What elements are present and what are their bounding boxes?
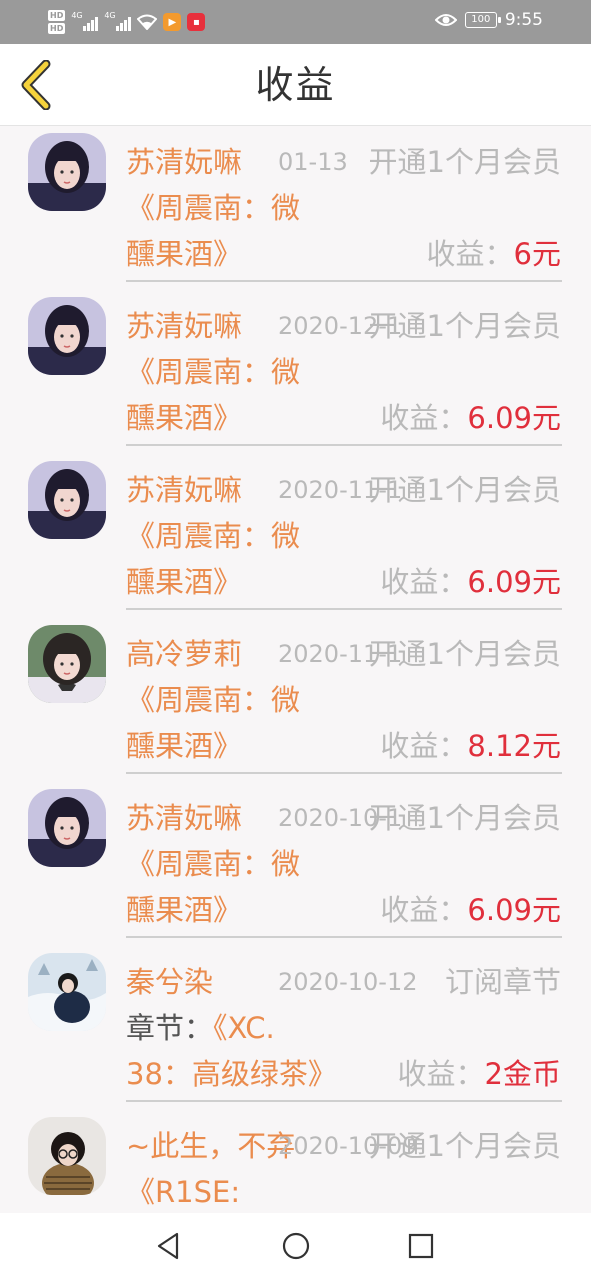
network-label-1: 4G — [71, 11, 83, 20]
chapter-title-part-1: 《XC. — [213, 1011, 275, 1045]
income-amount: 收益：6.09元 — [380, 891, 561, 929]
divider — [126, 936, 562, 938]
user-name: 高冷萝莉 — [126, 637, 243, 671]
user-name: 苏清妧嘛 — [126, 473, 243, 507]
list-item[interactable]: 秦兮染 2020-10-12 订阅章节 章节：《XC. 38：高级绿茶》 收益：… — [0, 947, 591, 1111]
user-name: 苏清妧嘛 — [126, 145, 243, 179]
record-time: 2020-10-12 — [278, 968, 418, 996]
clock: 9:55 — [504, 10, 543, 30]
book-title-line-2: 醺果酒》 — [126, 893, 243, 927]
avatar[interactable] — [28, 953, 106, 1031]
list-item[interactable]: 苏清妧嘛 2020-12-1 开通1个月会员 《周震南：微 醺果酒》 收益：6.… — [0, 291, 591, 455]
triangle-back-icon — [157, 1232, 179, 1260]
network-label-2: 4G — [104, 11, 116, 20]
income-value: 6.09元 — [467, 893, 561, 927]
record-type: 开通1个月会员 — [368, 473, 561, 507]
income-label: 收益： — [380, 729, 468, 763]
circle-home-icon — [282, 1232, 310, 1260]
book-title-line-2: 醺果酒》 — [126, 401, 243, 435]
signal-icon: 4G — [71, 11, 99, 31]
avatar[interactable] — [28, 297, 106, 375]
nav-recent-button[interactable] — [406, 1231, 436, 1261]
hd-icon: HD HD — [48, 9, 66, 35]
income-value: 6.09元 — [467, 565, 561, 599]
list-item[interactable]: ~此生，不弃 2020-10-09 开通1个月会员 《R1SE: — [0, 1111, 591, 1213]
record-type: 开通1个月会员 — [368, 1129, 561, 1163]
income-label: 收益： — [397, 1057, 485, 1091]
income-page: HD HD 4G 4G ▶ ▪ 100 9:55 收益 苏清妧嘛 01-13 开… — [0, 0, 591, 1280]
income-amount: 收益：8.12元 — [380, 727, 561, 765]
status-right: 100 9:55 — [434, 10, 543, 30]
book-title-line-1: 《周震南：微 — [126, 847, 301, 881]
book-title-line-2: 醺果酒》 — [126, 237, 243, 271]
divider — [126, 1100, 562, 1102]
page-title: 收益 — [255, 63, 336, 107]
shop-app-icon: ▪ — [187, 13, 206, 31]
avatar[interactable] — [28, 461, 106, 539]
record-type: 开通1个月会员 — [368, 309, 561, 343]
avatar[interactable] — [28, 1117, 106, 1195]
book-title-line-1: 《周震南：微 — [126, 683, 301, 717]
record-type: 订阅章节 — [444, 965, 561, 999]
list-item[interactable]: 苏清妧嘛 2020-10-1 开通1个月会员 《周震南：微 醺果酒》 收益：6.… — [0, 783, 591, 947]
chapter-line-1: 章节：《XC. — [126, 1009, 275, 1047]
income-value: 2金币 — [484, 1057, 561, 1091]
chapter-line-2: 38：高级绿茶》 — [126, 1057, 337, 1091]
status-bar: HD HD 4G 4G ▶ ▪ 100 9:55 — [0, 0, 591, 44]
nav-back-button[interactable] — [154, 1231, 184, 1261]
book-title-line-1: 《周震南：微 — [126, 191, 301, 225]
income-label: 收益： — [426, 237, 514, 271]
income-amount: 收益：6.09元 — [380, 563, 561, 601]
eye-icon — [434, 12, 457, 28]
square-recent-icon — [408, 1233, 434, 1259]
chapter-prefix: 章节： — [126, 1011, 214, 1045]
system-nav-bar — [0, 1213, 591, 1280]
app-header: 收益 — [0, 44, 591, 126]
book-title-line-2: 醺果酒》 — [126, 729, 243, 763]
divider — [126, 280, 562, 282]
avatar[interactable] — [28, 625, 106, 703]
income-amount: 收益：6.09元 — [380, 399, 561, 437]
income-label: 收益： — [380, 565, 468, 599]
record-time: 01-13 — [278, 148, 348, 176]
income-label: 收益： — [380, 893, 468, 927]
user-name: 苏清妧嘛 — [126, 801, 243, 835]
record-type: 开通1个月会员 — [368, 801, 561, 835]
divider — [126, 772, 562, 774]
list-item[interactable]: 苏清妧嘛 01-13 开通1个月会员 《周震南：微 醺果酒》 收益：6元 — [0, 127, 591, 291]
wifi-icon — [136, 14, 158, 31]
video-app-icon: ▶ — [163, 13, 182, 31]
income-value: 6.09元 — [467, 401, 561, 435]
avatar[interactable] — [28, 789, 106, 867]
income-amount: 收益：6元 — [427, 235, 561, 273]
status-left: HD HD 4G 4G ▶ ▪ — [48, 4, 206, 40]
income-value: 8.12元 — [467, 729, 561, 763]
signal-icon-2: 4G — [104, 11, 132, 31]
book-title-line-1: 《R1SE: — [126, 1175, 241, 1209]
avatar[interactable] — [28, 133, 106, 211]
battery-icon: 100 — [464, 12, 501, 28]
list-item[interactable]: 高冷萝莉 2020-11-1 开通1个月会员 《周震南：微 醺果酒》 收益：8.… — [0, 619, 591, 783]
user-name: 秦兮染 — [126, 965, 214, 999]
book-title-line-2: 醺果酒》 — [126, 565, 243, 599]
hd-label-2: HD — [48, 23, 66, 34]
book-title-line-1: 《周震南：微 — [126, 355, 301, 389]
record-type: 开通1个月会员 — [368, 637, 561, 671]
list-item[interactable]: 苏清妧嘛 2020-11-1 开通1个月会员 《周震南：微 醺果酒》 收益：6.… — [0, 455, 591, 619]
income-value: 6元 — [513, 237, 561, 271]
record-type: 开通1个月会员 — [368, 145, 561, 179]
user-name: ~此生，不弃 — [126, 1129, 296, 1163]
divider — [126, 608, 562, 610]
user-name: 苏清妧嘛 — [126, 309, 243, 343]
book-title-line-1: 《周震南：微 — [126, 519, 301, 553]
hd-label-1: HD — [48, 10, 66, 21]
income-list: 苏清妧嘛 01-13 开通1个月会员 《周震南：微 醺果酒》 收益：6元 苏清妧… — [0, 127, 591, 1213]
nav-home-button[interactable] — [281, 1231, 311, 1261]
divider — [126, 444, 562, 446]
income-label: 收益： — [380, 401, 468, 435]
income-amount: 收益：2金币 — [398, 1055, 561, 1093]
